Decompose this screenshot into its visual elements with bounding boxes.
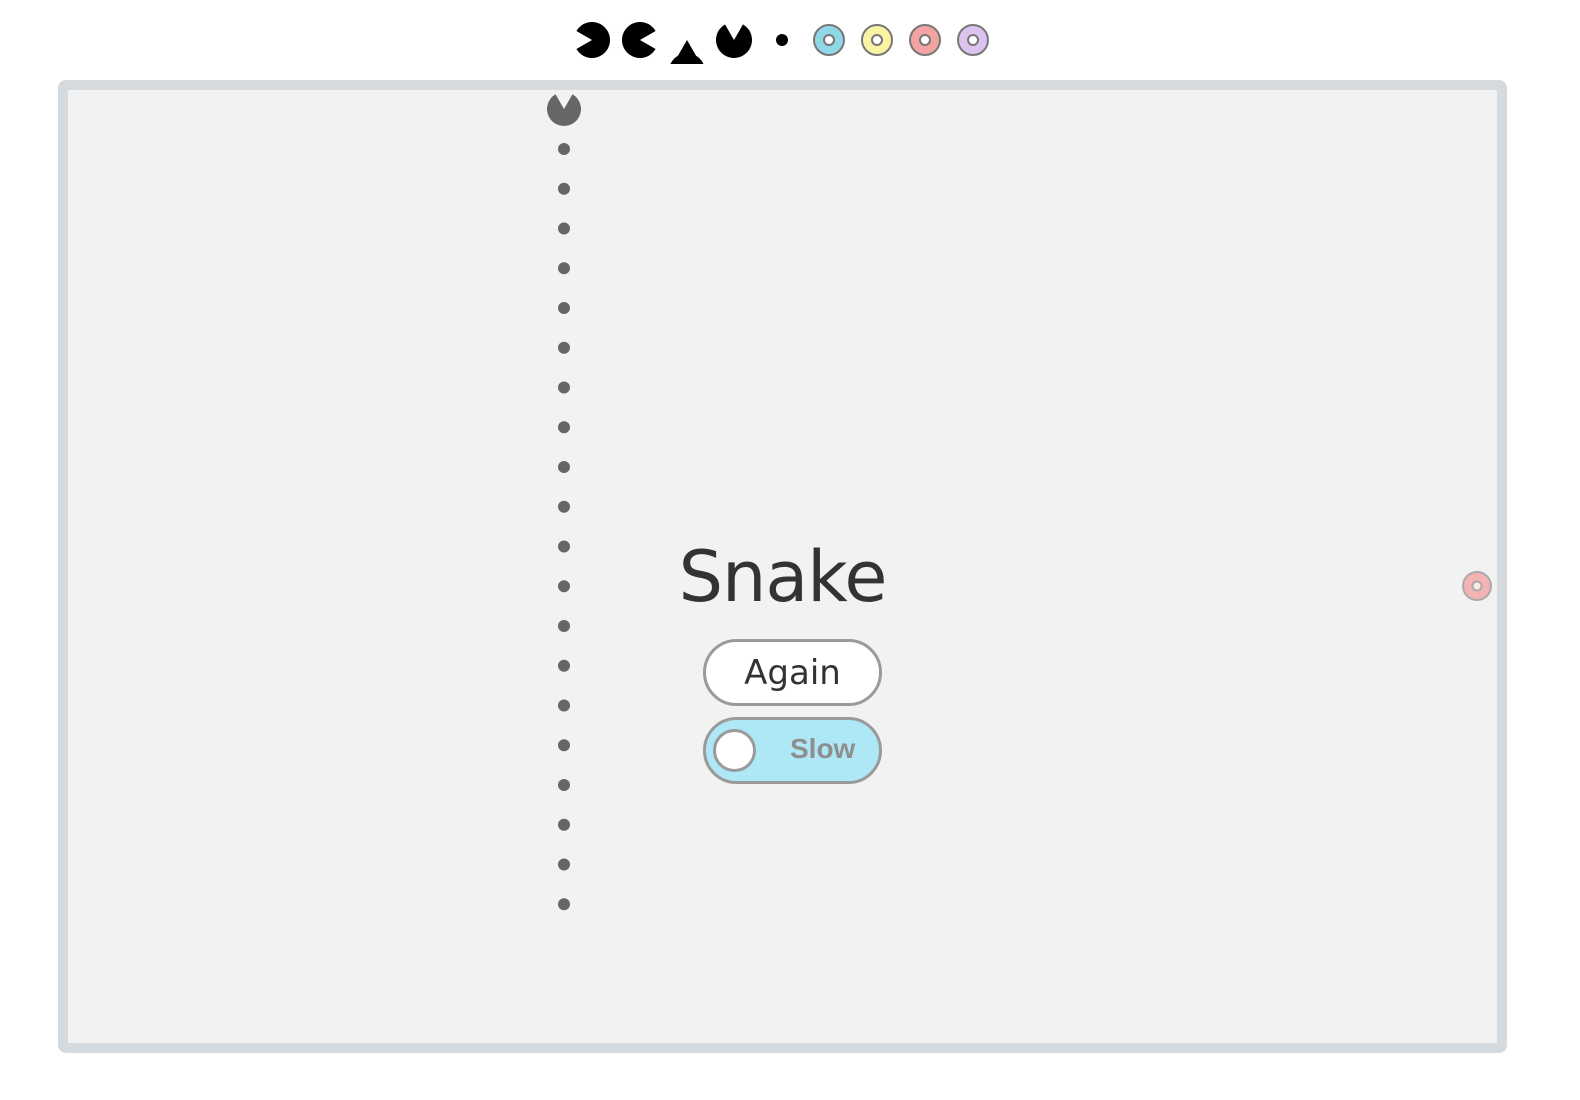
snake-segment <box>558 500 570 513</box>
snake-segment <box>558 739 570 752</box>
snake-segment <box>558 381 570 394</box>
snake-segment <box>558 341 570 354</box>
again-button[interactable]: Again <box>703 639 882 706</box>
snake-body <box>558 143 570 911</box>
game-board[interactable]: Snake Again Slow <box>58 80 1507 1053</box>
donut-blue-icon <box>813 24 845 56</box>
snake-segment <box>558 262 570 275</box>
snake-segment <box>558 143 570 155</box>
donut-pink-icon <box>909 24 941 56</box>
snake-segment <box>558 858 570 871</box>
snake-segment <box>558 222 570 235</box>
piece-legend <box>570 16 1010 64</box>
game-title: Snake <box>678 536 888 618</box>
piece-legend-graphic <box>576 22 989 64</box>
snake-segment <box>558 461 570 473</box>
donut-purple-icon <box>957 24 989 56</box>
snake-segment <box>558 302 570 314</box>
pacman-left-icon <box>576 22 610 58</box>
snake-segment <box>558 182 570 195</box>
pacman-right-icon <box>622 22 656 58</box>
snake-segment <box>558 779 570 791</box>
toggle-knob[interactable] <box>713 729 756 772</box>
snake-segment <box>558 659 570 672</box>
snake-segment <box>558 421 570 434</box>
snake-segment <box>558 898 570 911</box>
snake-head-icon <box>547 94 581 127</box>
speed-toggle-label: Slow <box>790 733 856 764</box>
donut-yellow-icon <box>861 24 893 56</box>
snake-segment <box>558 699 570 712</box>
pacman-down-icon <box>670 40 704 64</box>
pacman-up-icon <box>716 24 752 58</box>
snake-segment <box>558 620 570 632</box>
pellet-icon <box>776 34 788 46</box>
snake-segment <box>558 818 570 831</box>
speed-toggle[interactable]: Slow <box>703 717 882 784</box>
